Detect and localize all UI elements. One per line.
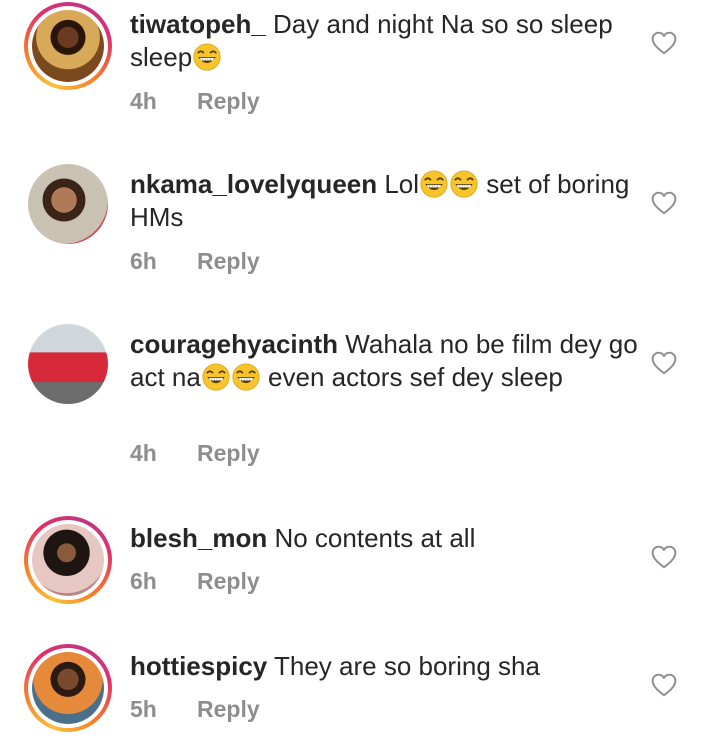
comment-body: Lol [377,169,420,199]
grinning-squinting-face-icon [202,363,230,391]
comment-timestamp: 5h [130,696,157,722]
heart-outline-icon[interactable] [651,673,677,697]
comment-timestamp: 4h [130,88,157,114]
comment-username[interactable]: nkama_lovelyqueen [130,169,377,199]
comment-text: hottiespicy They are so boring sha [130,650,640,683]
avatar[interactable] [24,160,112,248]
reply-button[interactable]: Reply [197,568,260,595]
comment-username[interactable]: blesh_mon [130,523,267,553]
comment-username[interactable]: couragehyacinth [130,329,338,359]
comment-timestamp: 4h [130,440,157,466]
heart-outline-icon[interactable] [651,191,677,215]
grinning-squinting-face-icon [420,170,448,198]
avatar[interactable] [24,2,112,90]
reply-button[interactable]: Reply [197,88,260,115]
comment-text: tiwatopeh_ Day and night Na so so sleep … [130,8,640,74]
avatar[interactable] [24,644,112,732]
reply-button[interactable]: Reply [197,696,260,723]
heart-outline-icon[interactable] [651,351,677,375]
grinning-squinting-face-icon [193,43,221,71]
reply-button[interactable]: Reply [197,248,260,275]
comment-body: even actors sef dey sleep [260,362,563,392]
comment-text: couragehyacinth Wahala no be film dey go… [130,328,640,394]
comment-body: No contents at all [267,523,476,553]
comment-text: blesh_mon No contents at all [130,522,640,555]
grinning-squinting-face-icon [232,363,260,391]
heart-outline-icon[interactable] [651,31,677,55]
comment-username[interactable]: tiwatopeh_ [130,9,266,39]
heart-outline-icon[interactable] [651,545,677,569]
avatar[interactable] [24,320,112,408]
grinning-squinting-face-icon [450,170,478,198]
comment-timestamp: 6h [130,248,157,274]
comment-timestamp: 6h [130,568,157,594]
comment-username[interactable]: hottiespicy [130,651,267,681]
comment-text: nkama_lovelyqueen Lol set of boring HMs [130,168,640,234]
comment-body: They are so boring sha [267,651,540,681]
reply-button[interactable]: Reply [197,440,260,467]
avatar[interactable] [24,516,112,604]
